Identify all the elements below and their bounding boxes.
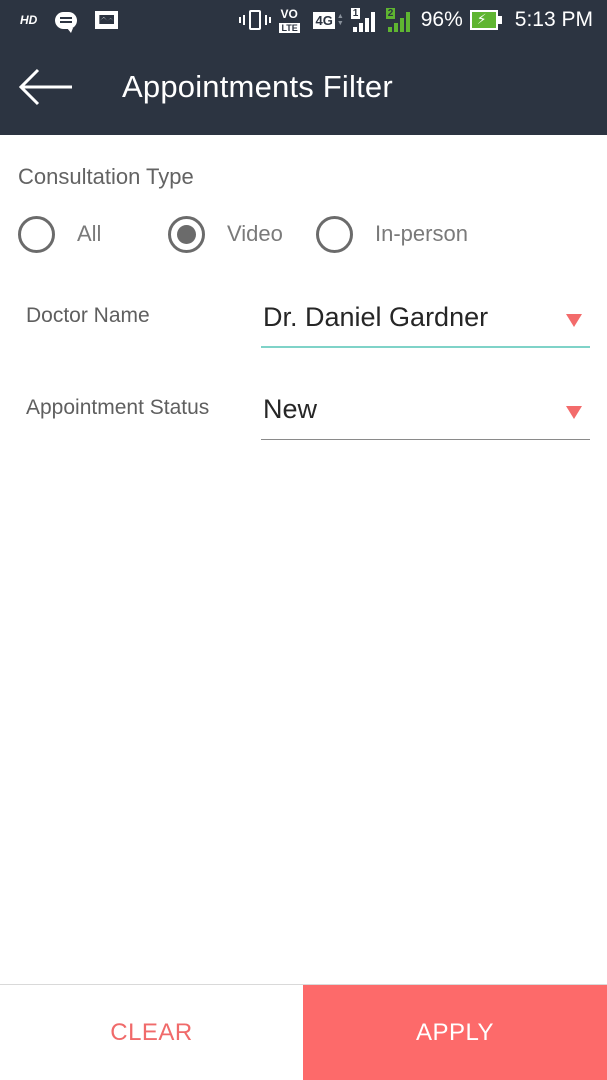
radio-option-all[interactable]: All (18, 214, 101, 254)
4g-icon: 4G (313, 11, 335, 29)
arrow-left-icon (18, 68, 72, 106)
doctor-name-underline (261, 346, 590, 348)
image-icon (95, 11, 119, 29)
appointment-status-dropdown[interactable]: New (261, 394, 590, 440)
clear-button-label: CLEAR (110, 1019, 193, 1046)
status-left-icons: HD (20, 0, 119, 40)
volte-icon: VO LTE (279, 7, 300, 33)
radio-button-in-person[interactable] (316, 215, 353, 253)
doctor-name-value: Dr. Daniel Gardner (263, 302, 489, 332)
consultation-type-radio-group: All Video In-person (18, 214, 588, 254)
dropdown-caret-icon (566, 314, 582, 327)
appointment-status-value: New (263, 394, 318, 424)
clear-button[interactable]: CLEAR (0, 985, 303, 1080)
radio-label-in-person: In-person (375, 221, 468, 246)
bottom-action-bar: CLEAR APPLY (0, 984, 607, 1080)
status-right-icons: VO LTE 4G ▲ ▼ 1 2 96% ⚡ 5:13 PM (239, 0, 593, 40)
back-button[interactable] (16, 62, 76, 112)
appointment-status-row: Appointment Status New (0, 394, 607, 446)
message-icon (55, 11, 78, 33)
app-bar: Appointments Filter (0, 40, 607, 135)
vibrate-icon (239, 9, 272, 31)
appointment-status-label: Appointment Status (26, 396, 210, 419)
radio-button-all[interactable] (18, 215, 55, 253)
sim2-signal-icon: 2 (385, 8, 414, 32)
apply-button[interactable]: APPLY (303, 985, 607, 1080)
radio-label-video: Video (227, 221, 283, 246)
consultation-type-label: Consultation Type (18, 164, 194, 189)
doctor-name-row: Doctor Name Dr. Daniel Gardner (0, 302, 607, 354)
radio-option-in-person[interactable]: In-person (316, 214, 468, 254)
radio-button-video[interactable] (168, 215, 205, 253)
apply-button-label: APPLY (415, 1019, 495, 1046)
doctor-name-label: Doctor Name (26, 304, 150, 327)
battery-charging-icon: ⚡ (469, 10, 502, 30)
data-activity-icon: ▲ ▼ (336, 13, 344, 27)
hd-icon: HD (20, 13, 38, 27)
battery-percent: 96% (420, 8, 463, 31)
page-title: Appointments Filter (122, 69, 393, 104)
dropdown-caret-icon (566, 406, 582, 419)
sim1-signal-icon: 1 (350, 8, 379, 32)
radio-option-video[interactable]: Video (168, 214, 283, 254)
radio-label-all: All (77, 221, 102, 246)
doctor-name-dropdown[interactable]: Dr. Daniel Gardner (261, 302, 590, 348)
clock: 5:13 PM (514, 8, 593, 31)
appointment-status-underline (261, 439, 590, 440)
status-bar: HD VO LTE 4G ▲ ▼ 1 2 96% ⚡ 5:13 PM (0, 0, 607, 40)
